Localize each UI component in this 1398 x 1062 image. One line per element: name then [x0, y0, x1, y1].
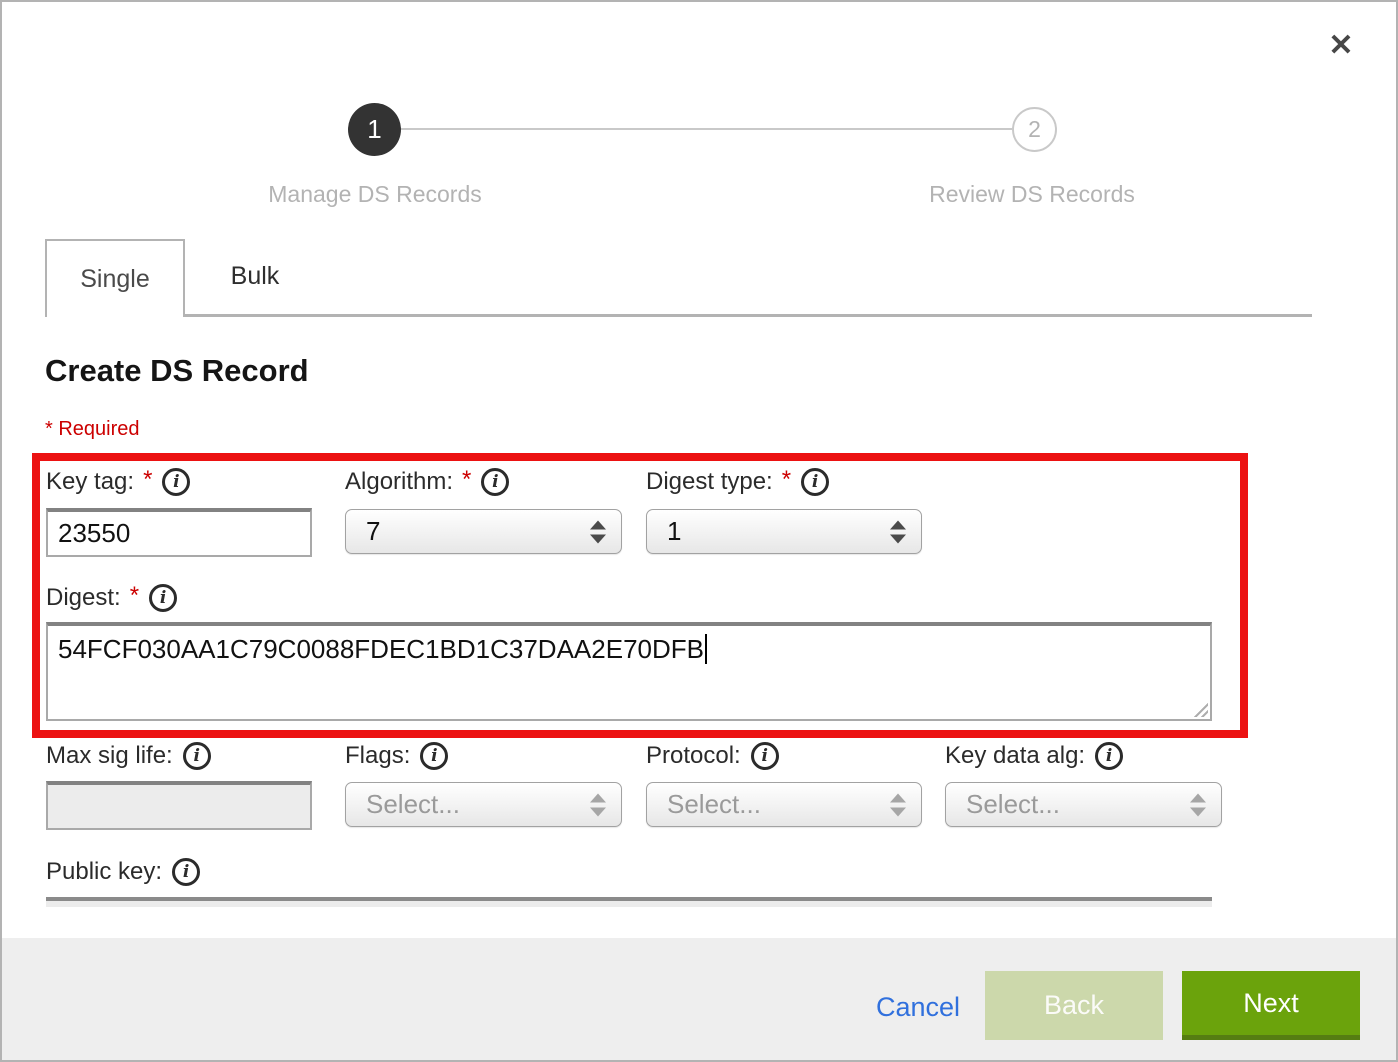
- info-icon[interactable]: [172, 858, 200, 886]
- info-icon[interactable]: [149, 584, 177, 612]
- info-icon[interactable]: [183, 742, 211, 770]
- flags-select[interactable]: Select...: [345, 782, 622, 827]
- stepper-connector-line: [401, 128, 1012, 130]
- select-arrows-icon: [590, 520, 606, 543]
- step-1-indicator: 1: [348, 103, 401, 156]
- digest-value: 54FCF030AA1C79C0088FDEC1BD1C37DAA2E70DFB: [58, 634, 704, 664]
- algorithm-select[interactable]: 7: [345, 509, 622, 554]
- digest-type-label: Digest type: *: [646, 468, 829, 496]
- flags-label-text: Flags:: [345, 742, 410, 770]
- key-data-alg-select[interactable]: Select...: [945, 782, 1222, 827]
- digest-type-selected-value: 1: [667, 516, 681, 547]
- required-asterisk: *: [782, 466, 791, 494]
- info-icon[interactable]: [420, 742, 448, 770]
- digest-type-label-text: Digest type:: [646, 468, 773, 496]
- info-icon[interactable]: [801, 468, 829, 496]
- flags-selected-value: Select...: [366, 789, 460, 820]
- info-icon[interactable]: [481, 468, 509, 496]
- public-key-label-text: Public key:: [46, 858, 162, 886]
- protocol-select[interactable]: Select...: [646, 782, 922, 827]
- key-data-alg-label-text: Key data alg:: [945, 742, 1085, 770]
- protocol-label-text: Protocol:: [646, 742, 741, 770]
- create-ds-record-dialog: ✕ 1 2 Manage DS Records Review DS Record…: [0, 0, 1398, 1062]
- text-caret: [705, 634, 707, 664]
- select-arrows-icon: [890, 520, 906, 543]
- key-tag-label: Key tag: *: [46, 468, 190, 496]
- tab-single[interactable]: Single: [45, 239, 185, 317]
- next-button[interactable]: Next: [1182, 971, 1360, 1040]
- back-button[interactable]: Back: [985, 971, 1163, 1040]
- tab-bulk[interactable]: Bulk: [185, 239, 325, 314]
- select-arrows-icon: [890, 793, 906, 816]
- max-sig-life-label: Max sig life:: [46, 742, 211, 770]
- flags-label: Flags:: [345, 742, 448, 770]
- select-arrows-icon: [590, 793, 606, 816]
- algorithm-label-text: Algorithm:: [345, 468, 453, 496]
- step-2-indicator: 2: [1012, 107, 1057, 152]
- max-sig-life-input[interactable]: [46, 781, 312, 830]
- resize-handle[interactable]: [1191, 700, 1208, 717]
- public-key-textarea[interactable]: [46, 897, 1212, 907]
- digest-textarea[interactable]: 54FCF030AA1C79C0088FDEC1BD1C37DAA2E70DFB: [46, 622, 1212, 721]
- info-icon[interactable]: [751, 742, 779, 770]
- digest-type-select[interactable]: 1: [646, 509, 922, 554]
- required-asterisk: *: [130, 582, 139, 610]
- key-data-alg-selected-value: Select...: [966, 789, 1060, 820]
- key-tag-input[interactable]: [46, 508, 312, 557]
- step-1-label: Manage DS Records: [268, 181, 482, 208]
- page-title: Create DS Record: [45, 353, 309, 389]
- algorithm-selected-value: 7: [366, 516, 380, 547]
- protocol-selected-value: Select...: [667, 789, 761, 820]
- key-data-alg-label: Key data alg:: [945, 742, 1123, 770]
- cancel-button[interactable]: Cancel: [876, 992, 960, 1023]
- required-asterisk: *: [462, 466, 471, 494]
- digest-label: Digest: *: [46, 584, 177, 612]
- close-icon[interactable]: ✕: [1318, 22, 1364, 68]
- digest-label-text: Digest:: [46, 584, 121, 612]
- protocol-label: Protocol:: [646, 742, 779, 770]
- public-key-label: Public key:: [46, 858, 200, 886]
- step-2-label: Review DS Records: [929, 181, 1135, 208]
- select-arrows-icon: [1190, 793, 1206, 816]
- algorithm-label: Algorithm: *: [345, 468, 509, 496]
- tab-bar-divider: [45, 314, 1312, 317]
- info-icon[interactable]: [162, 468, 190, 496]
- key-tag-label-text: Key tag:: [46, 468, 134, 496]
- required-asterisk: *: [143, 466, 152, 494]
- info-icon[interactable]: [1095, 742, 1123, 770]
- required-note: * Required: [45, 418, 140, 441]
- max-sig-life-label-text: Max sig life:: [46, 742, 173, 770]
